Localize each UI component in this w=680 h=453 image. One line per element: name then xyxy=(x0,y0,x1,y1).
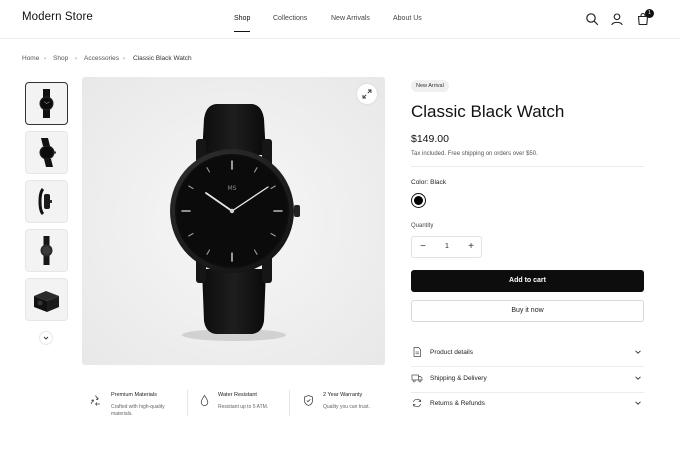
accordion-shipping-delivery[interactable]: Shipping & Delivery xyxy=(411,367,644,392)
feature-desc: materials. xyxy=(111,411,133,417)
new-arrival-badge: New Arrival xyxy=(411,80,449,92)
thumbnails-scroll-down-button[interactable] xyxy=(39,331,53,345)
divider xyxy=(411,166,644,167)
feature-divider xyxy=(187,390,188,416)
product-title: Classic Black Watch xyxy=(411,102,565,121)
add-to-cart-button[interactable]: Add to cart xyxy=(411,270,644,292)
nav-active-indicator xyxy=(234,31,250,32)
thumbnail-side[interactable] xyxy=(25,180,68,223)
accordion-label: Product details xyxy=(430,349,473,356)
product-price: $149.00 xyxy=(411,133,449,145)
quantity-decrease-button[interactable]: − xyxy=(413,237,433,257)
chevron-down-icon xyxy=(635,401,641,405)
color-swatch-black[interactable] xyxy=(411,193,426,208)
breadcrumb-home[interactable]: Home xyxy=(22,55,39,62)
product-main-image[interactable]: MS xyxy=(82,77,385,365)
watch-back-thumbnail-image xyxy=(40,236,53,265)
shield-check-icon xyxy=(304,395,313,406)
chevron-down-icon xyxy=(635,350,641,354)
thumbnail-angled[interactable] xyxy=(25,131,68,174)
color-label: Color: Black xyxy=(411,179,447,186)
watch-front-thumbnail-image xyxy=(39,89,54,118)
site-header: Modern Store Shop Collections New Arriva… xyxy=(0,0,680,39)
buy-it-now-button[interactable]: Buy it now xyxy=(411,300,644,322)
watch-side-thumbnail-image xyxy=(38,187,52,216)
watch-dial-logo: MS xyxy=(228,185,237,192)
water-drop-icon xyxy=(200,394,209,406)
chevron-down-icon xyxy=(635,376,641,380)
watch-image: MS xyxy=(82,77,385,365)
accordion-label: Shipping & Delivery xyxy=(430,375,487,382)
chevron-right-icon: › xyxy=(123,55,126,62)
truck-icon xyxy=(411,374,423,383)
expand-icon xyxy=(362,89,372,99)
tax-shipping-note: Tax included. Free shipping on orders ov… xyxy=(411,151,538,157)
quantity-stepper: − 1 + xyxy=(411,236,482,258)
accordion-product-details[interactable]: Product details xyxy=(411,341,644,366)
breadcrumb-current: Classic Black Watch xyxy=(133,55,192,62)
accordion-label: Returns & Refunds xyxy=(430,400,485,407)
feature-divider xyxy=(289,390,290,416)
breadcrumb-shop[interactable]: Shop xyxy=(53,55,68,62)
quantity-value[interactable]: 1 xyxy=(438,237,456,257)
packaging-thumbnail-image xyxy=(34,291,59,312)
expand-image-button[interactable] xyxy=(357,84,377,104)
main-nav: Shop Collections New Arrivals About Us xyxy=(0,15,680,35)
swatch-fill xyxy=(414,196,423,205)
cart-count-badge: 1 xyxy=(645,9,654,18)
thumbnail-packaging[interactable] xyxy=(25,278,68,321)
chevron-right-icon: › xyxy=(75,55,78,62)
feature-desc: Quality you can trust. xyxy=(323,404,370,410)
chevron-right-icon: › xyxy=(44,55,47,62)
recycle-icon xyxy=(90,395,100,406)
nav-about-us[interactable]: About Us xyxy=(393,15,422,22)
accordion-returns-refunds[interactable]: Returns & Refunds xyxy=(411,392,644,417)
thumbnail-back[interactable] xyxy=(25,229,68,272)
document-icon xyxy=(413,347,421,357)
feature-title: Premium Materials xyxy=(111,392,157,398)
breadcrumb-accessories[interactable]: Accessories xyxy=(84,55,119,62)
feature-desc: Resistant up to 5 ATM. xyxy=(218,404,269,410)
nav-new-arrivals[interactable]: New Arrivals xyxy=(331,15,370,22)
feature-desc: Crafted with high-quality xyxy=(111,404,165,410)
watch-angled-thumbnail-image xyxy=(39,138,56,167)
quantity-increase-button[interactable]: + xyxy=(461,237,481,257)
feature-title: 2 Year Warranty xyxy=(323,392,363,398)
thumbnail-front[interactable] xyxy=(25,82,68,125)
refresh-icon xyxy=(413,398,421,408)
nav-shop[interactable]: Shop xyxy=(234,15,250,22)
nav-collections[interactable]: Collections xyxy=(273,15,307,22)
user-icon[interactable] xyxy=(610,12,624,26)
chevron-down-icon xyxy=(43,336,49,340)
quantity-label: Quantity xyxy=(411,223,434,229)
search-icon[interactable] xyxy=(585,12,599,26)
feature-title: Water Resistant xyxy=(218,392,257,398)
